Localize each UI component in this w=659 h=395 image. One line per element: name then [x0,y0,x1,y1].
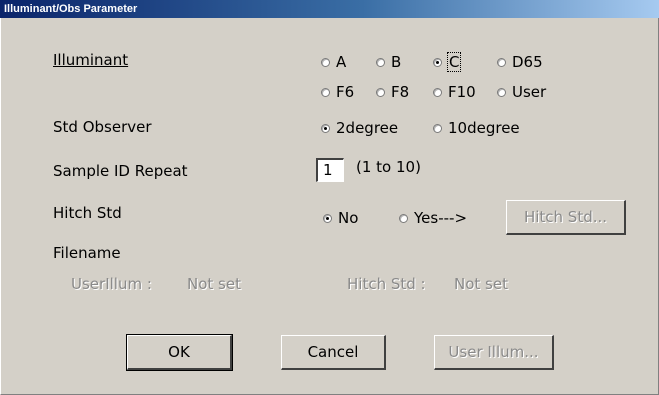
user-illum-label-text: UserIllum : [71,275,152,293]
sample-id-repeat-label-text: Sample ID Repeat [53,162,188,180]
radio-circle-icon [376,87,385,97]
radio-illuminant-user[interactable]: User [497,83,546,101]
radio-selected-icon [323,213,332,223]
user-illum-value: Not set [187,275,241,293]
hitch-std-button[interactable]: Hitch Std... [506,200,626,235]
sample-id-range-text: (1 to 10) [356,158,421,176]
sample-id-repeat-label: Sample ID Repeat [53,162,188,180]
sample-id-range: (1 to 10) [356,158,421,176]
radio-illuminant-a[interactable]: A [321,53,346,71]
radio-selected-icon [321,123,330,133]
radio-label: F10 [448,83,476,101]
radio-circle-icon [497,87,506,97]
hitch-std-button-label: Hitch Std... [523,208,608,226]
radio-illuminant-c[interactable]: C [433,52,462,72]
radio-illuminant-b[interactable]: B [376,53,401,71]
radio-circle-icon [433,123,442,133]
title-bar: Illuminant/Obs Parameter [0,0,659,18]
radio-illuminant-f10[interactable]: F10 [433,83,476,101]
user-illum-value-text: Not set [187,275,241,293]
radio-label: F8 [391,83,410,101]
radio-circle-icon [321,57,330,67]
radio-label: F6 [336,83,355,101]
radio-label: Yes---> [414,209,468,227]
hitch-std-label-text: Hitch Std [53,204,122,222]
radio-label: 2degree [336,119,399,137]
radio-illuminant-f8[interactable]: F8 [376,83,409,101]
radio-label: B [391,53,402,71]
user-illum-label: UserIllum : [71,275,152,293]
dialog-body: Illuminant Std Observer Sample ID Repeat… [0,18,659,395]
cancel-button[interactable]: Cancel [281,335,386,370]
radio-circle-icon [433,87,442,97]
radio-hitch-yes[interactable]: Yes---> [399,209,467,227]
radio-circle-icon [399,213,408,223]
cancel-button-label: Cancel [307,343,359,361]
radio-circle-icon [321,87,330,97]
radio-label: C [446,52,462,72]
radio-circle-icon [497,57,506,67]
illuminant-label-text: Illuminant [53,51,129,69]
radio-label: D65 [512,53,543,71]
user-illum-button-label: User Illum... [448,343,539,361]
radio-illuminant-f6[interactable]: F6 [321,83,354,101]
sample-id-repeat-input[interactable]: 1 [316,158,344,182]
ok-button[interactable]: OK [126,334,233,371]
radio-observer-10degree[interactable]: 10degree [433,119,520,137]
window-title: Illuminant/Obs Parameter [4,3,138,15]
radio-label: A [336,53,347,71]
user-illum-button[interactable]: User Illum... [434,335,554,370]
radio-label: User [512,83,547,101]
hitch-std-file-label: Hitch Std : [347,275,426,293]
radio-selected-icon [433,57,442,67]
radio-illuminant-d65[interactable]: D65 [497,53,543,71]
ok-button-label: OK [168,343,190,361]
std-observer-label-text: Std Observer [53,118,152,136]
sample-id-repeat-value: 1 [323,161,333,179]
radio-label: No [338,209,359,227]
hitch-std-file-value-text: Not set [454,275,508,293]
radio-observer-2degree[interactable]: 2degree [321,119,398,137]
illuminant-label: Illuminant [53,51,128,69]
radio-hitch-no[interactable]: No [323,209,358,227]
radio-label: 10degree [448,119,520,137]
hitch-std-file-value: Not set [454,275,508,293]
filename-label: Filename [53,244,121,262]
radio-circle-icon [376,57,385,67]
std-observer-label: Std Observer [53,118,152,136]
hitch-std-label: Hitch Std [53,204,122,222]
hitch-std-file-label-text: Hitch Std : [347,275,426,293]
filename-label-text: Filename [53,244,121,262]
